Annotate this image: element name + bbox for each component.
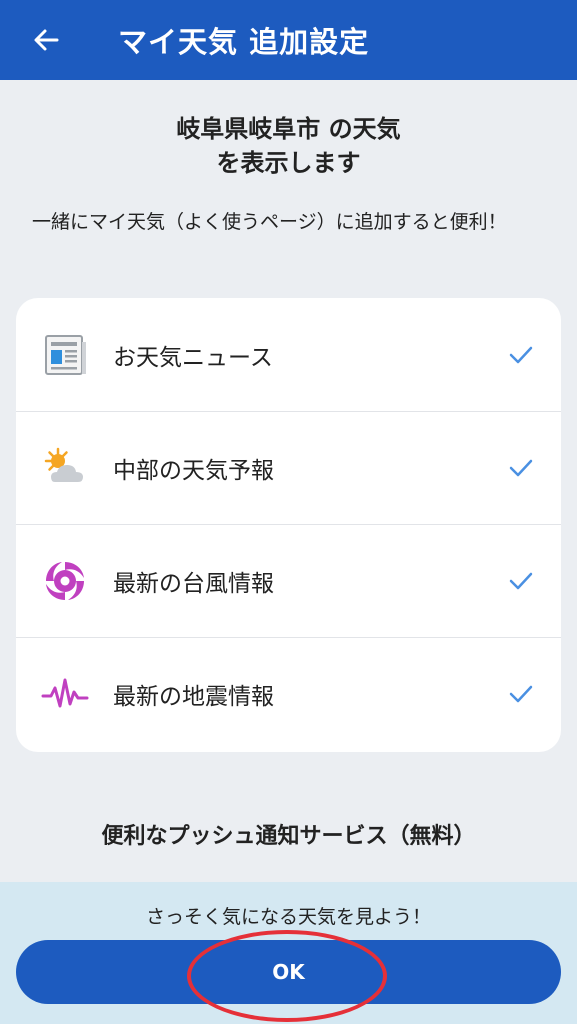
- checkmark-icon: [509, 459, 533, 477]
- back-button[interactable]: [24, 18, 68, 62]
- intro-title-line1: 岐阜県岐阜市 の天気: [176, 115, 401, 143]
- list-item-label: 最新の台風情報: [113, 571, 274, 597]
- page-title: マイ天気 追加設定: [118, 25, 370, 59]
- app-header: マイ天気 追加設定: [0, 0, 577, 80]
- newspaper-icon: [45, 334, 86, 375]
- checkmark-icon: [509, 572, 533, 590]
- typhoon-icon: [46, 562, 84, 600]
- list-item-label: 最新の地震情報: [113, 684, 274, 710]
- my-weather-list: お天気ニュース 中部の天気予報 最新の台風情報 最新の地震情報: [16, 298, 561, 752]
- list-item-weather-news[interactable]: お天気ニュース: [16, 298, 561, 411]
- intro-description: 一緒にマイ天気（よく使うページ）に追加すると便利！: [32, 211, 507, 233]
- seismic-wave-icon: [41, 678, 89, 708]
- push-section-title: 便利なプッシュ通知サービス（無料）: [101, 824, 476, 849]
- list-item-typhoon-info[interactable]: 最新の台風情報: [16, 524, 561, 637]
- sun-cloud-icon: [44, 447, 83, 482]
- ok-button[interactable]: OK: [16, 940, 561, 1004]
- list-item-earthquake-info[interactable]: 最新の地震情報: [16, 637, 561, 750]
- intro-title: 岐阜県岐阜市 の天気 を表示します: [0, 112, 577, 180]
- arrow-left-icon: [34, 29, 59, 51]
- bottom-prompt: さっそく気になる天気を見よう！: [145, 906, 431, 928]
- list-item-chubu-forecast[interactable]: 中部の天気予報: [16, 411, 561, 524]
- checkmark-icon: [509, 685, 533, 703]
- app-root: マイ天気 追加設定 岐阜県岐阜市 の天気 を表示します 一緒にマイ天気（よく使う…: [0, 0, 577, 1024]
- checkmark-icon: [509, 346, 533, 363]
- intro-title-line2: を表示します: [216, 149, 361, 177]
- list-item-label: お天気ニュース: [113, 344, 273, 371]
- bottom-action-bar: さっそく気になる天気を見よう！ OK: [0, 882, 577, 1024]
- list-item-label: 中部の天気予報: [113, 458, 274, 484]
